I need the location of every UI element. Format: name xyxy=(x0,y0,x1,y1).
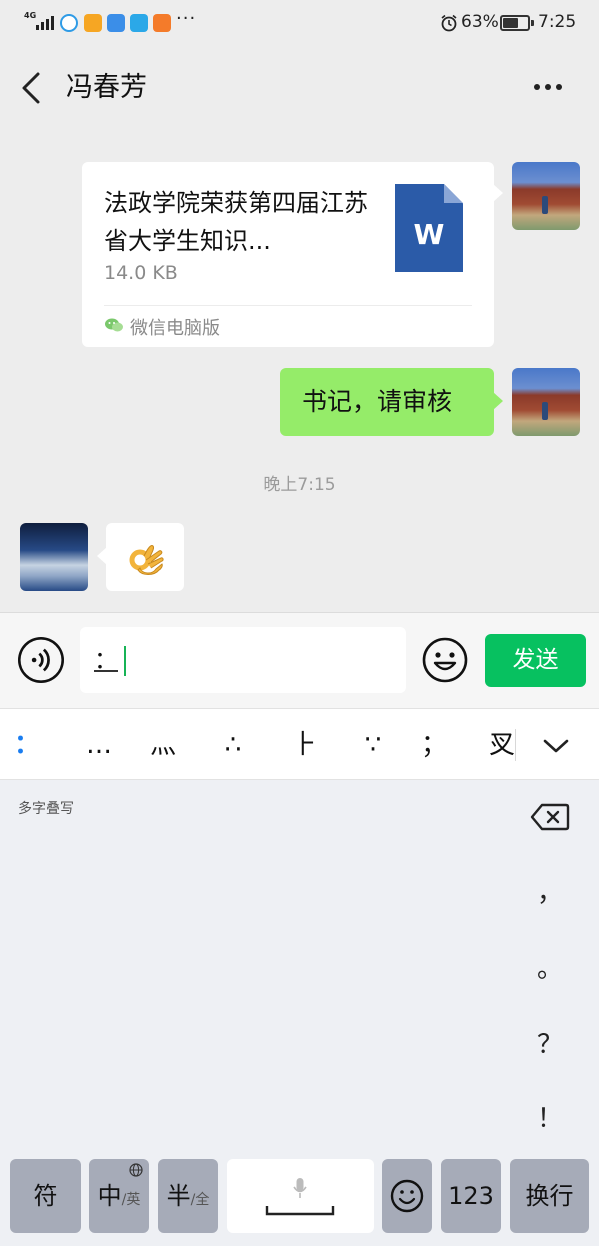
smiley-icon xyxy=(390,1179,424,1213)
orange-app-icon xyxy=(84,14,102,32)
symbol-key[interactable]: 符 xyxy=(10,1159,81,1233)
enter-key[interactable]: 换行 xyxy=(510,1159,589,1233)
voice-input-icon[interactable] xyxy=(18,637,64,683)
candidate-divider xyxy=(515,729,516,761)
space-bar-icon xyxy=(265,1206,335,1216)
input-bar: ： 发送 xyxy=(0,612,599,708)
punct-period-key[interactable]: 。 xyxy=(530,948,570,985)
emoji-key[interactable] xyxy=(382,1159,432,1233)
candidate-item[interactable]: ； xyxy=(421,727,447,763)
message-input[interactable]: ： xyxy=(80,627,406,693)
contact-avatar[interactable] xyxy=(20,523,88,591)
punct-exclaim-key[interactable]: ！ xyxy=(530,1098,570,1135)
more-dots-icon[interactable] xyxy=(534,84,562,90)
chat-title: 冯春芳 xyxy=(66,72,147,103)
candidate-item[interactable]: ⺊ xyxy=(292,727,318,763)
signal-icon xyxy=(36,14,54,30)
video-app-icon xyxy=(153,14,171,32)
globe-icon xyxy=(129,1163,143,1177)
alarm-icon xyxy=(441,14,457,32)
received-emoji-bubble[interactable] xyxy=(97,523,184,591)
message-timestamp: 晚上7:15 xyxy=(263,475,336,495)
language-key-sub: /英 xyxy=(121,1192,141,1208)
candidate-item[interactable]: 灬 xyxy=(150,727,176,763)
candidate-item[interactable]: ： xyxy=(14,727,40,763)
microphone-icon xyxy=(293,1178,307,1198)
gallery-app-icon xyxy=(107,14,125,32)
wechat-icon xyxy=(105,318,123,332)
text-caret xyxy=(124,646,126,676)
word-icon-fold xyxy=(444,184,463,203)
handwriting-mode-label: 多字叠写 xyxy=(18,801,74,817)
language-toggle-key[interactable]: 中/英 xyxy=(89,1159,149,1233)
ime-candidate-bar: ： … 灬 ∴ ⺊ ∵ ； 㕚 xyxy=(0,708,599,780)
sent-text-bubble[interactable]: 书记，请审核 xyxy=(280,368,503,436)
bulb-app-icon xyxy=(130,14,148,32)
width-toggle-key[interactable]: 半/全 xyxy=(158,1159,218,1233)
more-notifications-indicator: ··· xyxy=(176,8,197,29)
file-message-card[interactable]: 法政学院荣获第四届江苏省大学生知识... 14.0 KB W 微信电脑版 xyxy=(82,162,503,347)
battery-percent: 63% xyxy=(461,12,499,32)
candidate-item[interactable]: ∵ xyxy=(365,727,382,763)
ok-hand-emoji xyxy=(129,545,164,575)
file-name: 法政学院荣获第四届江苏省大学生知识... xyxy=(104,189,368,255)
keyboard-bottom-row: 符 中/英 半/全 123 换行 xyxy=(0,1159,599,1235)
card-divider xyxy=(104,305,472,306)
handwriting-keyboard[interactable]: 多字叠写 ， 。 ？ ！ 符 中/英 半/全 123 换行 xyxy=(0,780,599,1246)
punct-question-key[interactable]: ？ xyxy=(530,1024,570,1061)
candidate-item[interactable]: … xyxy=(86,727,112,763)
width-key-sub: /全 xyxy=(190,1192,210,1208)
my-avatar[interactable] xyxy=(512,368,580,436)
send-button[interactable]: 发送 xyxy=(485,634,586,687)
status-bar: 4G ··· 63% 7:25 xyxy=(0,0,599,46)
numbers-key[interactable]: 123 xyxy=(441,1159,501,1233)
message-input-text: ： xyxy=(94,646,118,674)
space-key[interactable] xyxy=(227,1159,374,1233)
browser-app-icon xyxy=(60,14,78,32)
word-icon-letter: W xyxy=(413,218,445,251)
file-size: 14.0 KB xyxy=(104,262,178,284)
punct-comma-key[interactable]: ， xyxy=(530,872,570,909)
my-avatar[interactable] xyxy=(512,162,580,230)
status-time: 7:25 xyxy=(538,12,577,32)
emoji-icon[interactable] xyxy=(422,637,468,683)
network-type: 4G xyxy=(24,11,37,20)
battery-icon xyxy=(500,15,530,31)
backspace-icon[interactable] xyxy=(530,803,570,831)
candidate-item[interactable]: ∴ xyxy=(225,727,242,763)
language-key-main: 中 xyxy=(97,1182,122,1210)
chevron-down-icon[interactable] xyxy=(541,737,571,755)
chat-header: 冯春芳 xyxy=(0,46,599,130)
chevron-left-icon[interactable] xyxy=(18,70,46,106)
candidate-item[interactable]: 㕚 xyxy=(489,727,515,763)
file-source-label: 微信电脑版 xyxy=(130,318,220,339)
width-key-main: 半 xyxy=(166,1182,191,1210)
battery-tip xyxy=(531,20,534,26)
